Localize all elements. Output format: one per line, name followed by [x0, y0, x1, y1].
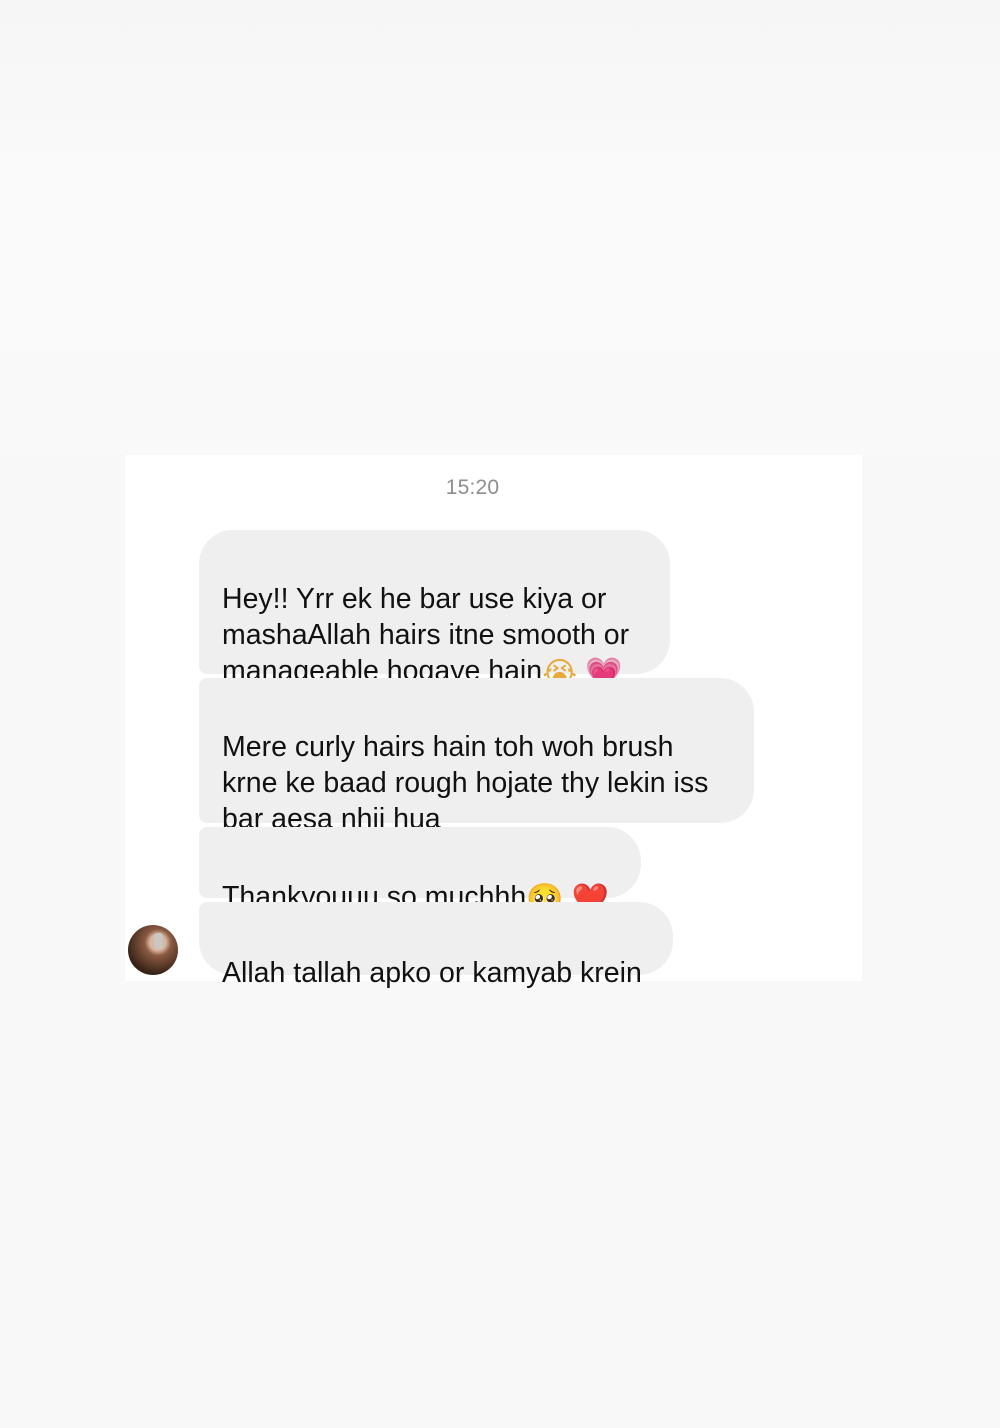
sender-avatar[interactable]: [128, 925, 178, 975]
avatar-phone-icon: [154, 933, 163, 949]
page-background: [0, 0, 1000, 455]
message-bubble[interactable]: Hey!! Yrr ek he bar use kiya or mashaAll…: [199, 530, 670, 691]
message-bubble[interactable]: Allah tallah apko or kamyab krein: [199, 902, 673, 989]
message-bubble[interactable]: Thankyouuu so muchhh🥺 ❤️: [199, 827, 641, 917]
message-bubble[interactable]: Mere curly hairs hain toh woh brush krne…: [199, 678, 754, 835]
message-timestamp: 15:20: [445, 476, 500, 499]
message-text: Mere curly hairs hain toh woh brush krne…: [222, 731, 709, 835]
message-text: Allah tallah apko or kamyab krein: [222, 957, 642, 989]
